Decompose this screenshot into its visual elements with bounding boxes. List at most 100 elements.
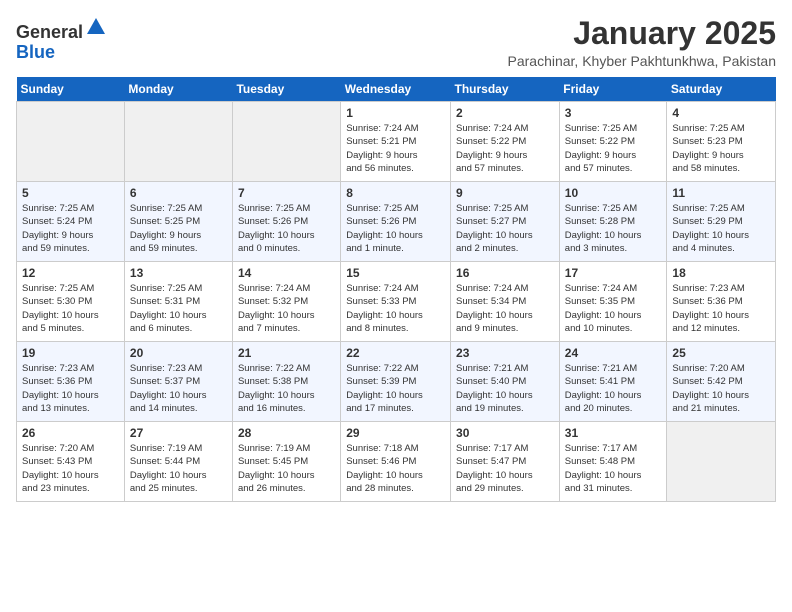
day-number: 20 bbox=[130, 346, 227, 360]
day-number: 30 bbox=[456, 426, 554, 440]
calendar-day-cell: 20 Sunrise: 7:23 AM Sunset: 5:37 PM Dayli… bbox=[124, 342, 232, 422]
day-info: Sunrise: 7:25 AM Sunset: 5:30 PM Dayligh… bbox=[22, 282, 119, 335]
calendar-day-cell bbox=[124, 102, 232, 182]
calendar-day-cell: 6Sunrise: 7:25 AM Sunset: 5:25 PM Daylig… bbox=[124, 182, 232, 262]
weekday-header-cell: Tuesday bbox=[232, 77, 340, 102]
calendar-day-cell: 5 Sunrise: 7:25 AM Sunset: 5:24 PM Daylig… bbox=[17, 182, 125, 262]
calendar-day-cell: 11Sunrise: 7:25 AM Sunset: 5:29 PM Dayli… bbox=[667, 182, 776, 262]
day-number: 25 bbox=[672, 346, 770, 360]
day-number: 22 bbox=[346, 346, 445, 360]
day-info: Sunrise: 7:24 AM Sunset: 5:32 PM Dayligh… bbox=[238, 282, 335, 335]
calendar-day-cell: 21 Sunrise: 7:22 AM Sunset: 5:38 PM Dayli… bbox=[232, 342, 340, 422]
weekday-header-cell: Wednesday bbox=[341, 77, 451, 102]
calendar-day-cell: 26Sunrise: 7:20 AM Sunset: 5:43 PM Dayli… bbox=[17, 422, 125, 502]
day-info: Sunrise: 7:25 AM Sunset: 5:28 PM Dayligh… bbox=[565, 202, 662, 255]
day-number: 4 bbox=[672, 106, 770, 120]
calendar-day-cell: 24 Sunrise: 7:21 AM Sunset: 5:41 PM Dayli… bbox=[559, 342, 667, 422]
calendar-day-cell bbox=[232, 102, 340, 182]
day-number: 28 bbox=[238, 426, 335, 440]
calendar-day-cell bbox=[667, 422, 776, 502]
day-info: Sunrise: 7:17 AM Sunset: 5:47 PM Dayligh… bbox=[456, 442, 554, 495]
calendar-day-cell: 3 Sunrise: 7:25 AM Sunset: 5:22 PM Daylig… bbox=[559, 102, 667, 182]
calendar-day-cell: 16 Sunrise: 7:24 AM Sunset: 5:34 PM Dayli… bbox=[451, 262, 560, 342]
weekday-header-cell: Sunday bbox=[17, 77, 125, 102]
calendar-day-cell bbox=[17, 102, 125, 182]
day-info: Sunrise: 7:24 AM Sunset: 5:22 PM Dayligh… bbox=[456, 122, 554, 175]
calendar-day-cell: 25Sunrise: 7:20 AM Sunset: 5:42 PM Dayli… bbox=[667, 342, 776, 422]
weekday-header-row: SundayMondayTuesdayWednesdayThursdayFrid… bbox=[17, 77, 776, 102]
day-info: Sunrise: 7:19 AM Sunset: 5:45 PM Dayligh… bbox=[238, 442, 335, 495]
calendar-day-cell: 19 Sunrise: 7:23 AM Sunset: 5:36 PM Dayli… bbox=[17, 342, 125, 422]
calendar-day-cell: 27 Sunrise: 7:19 AM Sunset: 5:44 PM Dayli… bbox=[124, 422, 232, 502]
calendar-week-row: 12 Sunrise: 7:25 AM Sunset: 5:30 PM Dayli… bbox=[17, 262, 776, 342]
day-info: Sunrise: 7:23 AM Sunset: 5:36 PM Dayligh… bbox=[22, 362, 119, 415]
day-number: 9 bbox=[456, 186, 554, 200]
calendar-day-cell: 4 Sunrise: 7:25 AM Sunset: 5:23 PM Daylig… bbox=[667, 102, 776, 182]
day-number: 21 bbox=[238, 346, 335, 360]
day-info: Sunrise: 7:18 AM Sunset: 5:46 PM Dayligh… bbox=[346, 442, 445, 495]
day-number: 19 bbox=[22, 346, 119, 360]
day-info: Sunrise: 7:25 AM Sunset: 5:22 PM Dayligh… bbox=[565, 122, 662, 175]
calendar-day-cell: 23 Sunrise: 7:21 AM Sunset: 5:40 PM Dayli… bbox=[451, 342, 560, 422]
day-number: 17 bbox=[565, 266, 662, 280]
calendar-week-row: 1Sunrise: 7:24 AM Sunset: 5:21 PM Daylig… bbox=[17, 102, 776, 182]
logo: General Blue bbox=[16, 16, 107, 63]
calendar-week-row: 26Sunrise: 7:20 AM Sunset: 5:43 PM Dayli… bbox=[17, 422, 776, 502]
day-number: 23 bbox=[456, 346, 554, 360]
day-info: Sunrise: 7:22 AM Sunset: 5:38 PM Dayligh… bbox=[238, 362, 335, 415]
calendar-week-row: 19 Sunrise: 7:23 AM Sunset: 5:36 PM Dayli… bbox=[17, 342, 776, 422]
day-info: Sunrise: 7:24 AM Sunset: 5:34 PM Dayligh… bbox=[456, 282, 554, 335]
day-number: 15 bbox=[346, 266, 445, 280]
calendar-body: 1Sunrise: 7:24 AM Sunset: 5:21 PM Daylig… bbox=[17, 102, 776, 502]
page-header: General Blue January 2025 Parachinar, Kh… bbox=[16, 16, 776, 69]
calendar-day-cell: 28 Sunrise: 7:19 AM Sunset: 5:45 PM Dayli… bbox=[232, 422, 340, 502]
day-info: Sunrise: 7:25 AM Sunset: 5:23 PM Dayligh… bbox=[672, 122, 770, 175]
day-info: Sunrise: 7:25 AM Sunset: 5:31 PM Dayligh… bbox=[130, 282, 227, 335]
calendar-day-cell: 31Sunrise: 7:17 AM Sunset: 5:48 PM Dayli… bbox=[559, 422, 667, 502]
day-info: Sunrise: 7:25 AM Sunset: 5:26 PM Dayligh… bbox=[346, 202, 445, 255]
day-number: 3 bbox=[565, 106, 662, 120]
day-number: 18 bbox=[672, 266, 770, 280]
day-info: Sunrise: 7:23 AM Sunset: 5:36 PM Dayligh… bbox=[672, 282, 770, 335]
calendar-day-cell: 18 Sunrise: 7:23 AM Sunset: 5:36 PM Dayli… bbox=[667, 262, 776, 342]
calendar-day-cell: 9 Sunrise: 7:25 AM Sunset: 5:27 PM Daylig… bbox=[451, 182, 560, 262]
logo-icon bbox=[85, 16, 107, 38]
weekday-header-cell: Friday bbox=[559, 77, 667, 102]
day-info: Sunrise: 7:25 AM Sunset: 5:25 PM Dayligh… bbox=[130, 202, 227, 255]
day-info: Sunrise: 7:23 AM Sunset: 5:37 PM Dayligh… bbox=[130, 362, 227, 415]
day-number: 1 bbox=[346, 106, 445, 120]
day-number: 10 bbox=[565, 186, 662, 200]
calendar-day-cell: 13Sunrise: 7:25 AM Sunset: 5:31 PM Dayli… bbox=[124, 262, 232, 342]
calendar-day-cell: 7Sunrise: 7:25 AM Sunset: 5:26 PM Daylig… bbox=[232, 182, 340, 262]
day-number: 27 bbox=[130, 426, 227, 440]
day-info: Sunrise: 7:17 AM Sunset: 5:48 PM Dayligh… bbox=[565, 442, 662, 495]
day-info: Sunrise: 7:25 AM Sunset: 5:24 PM Dayligh… bbox=[22, 202, 119, 255]
day-number: 16 bbox=[456, 266, 554, 280]
day-number: 12 bbox=[22, 266, 119, 280]
day-info: Sunrise: 7:21 AM Sunset: 5:40 PM Dayligh… bbox=[456, 362, 554, 415]
day-info: Sunrise: 7:19 AM Sunset: 5:44 PM Dayligh… bbox=[130, 442, 227, 495]
day-info: Sunrise: 7:21 AM Sunset: 5:41 PM Dayligh… bbox=[565, 362, 662, 415]
day-number: 14 bbox=[238, 266, 335, 280]
day-number: 11 bbox=[672, 186, 770, 200]
logo-general: General bbox=[16, 22, 83, 42]
day-info: Sunrise: 7:24 AM Sunset: 5:35 PM Dayligh… bbox=[565, 282, 662, 335]
day-info: Sunrise: 7:24 AM Sunset: 5:33 PM Dayligh… bbox=[346, 282, 445, 335]
day-number: 8 bbox=[346, 186, 445, 200]
weekday-header-cell: Thursday bbox=[451, 77, 560, 102]
calendar-day-cell: 22Sunrise: 7:22 AM Sunset: 5:39 PM Dayli… bbox=[341, 342, 451, 422]
calendar-day-cell: 1Sunrise: 7:24 AM Sunset: 5:21 PM Daylig… bbox=[341, 102, 451, 182]
day-number: 24 bbox=[565, 346, 662, 360]
calendar-day-cell: 14 Sunrise: 7:24 AM Sunset: 5:32 PM Dayli… bbox=[232, 262, 340, 342]
day-info: Sunrise: 7:25 AM Sunset: 5:27 PM Dayligh… bbox=[456, 202, 554, 255]
location-subtitle: Parachinar, Khyber Pakhtunkhwa, Pakistan bbox=[508, 53, 777, 69]
calendar-day-cell: 8 Sunrise: 7:25 AM Sunset: 5:26 PM Daylig… bbox=[341, 182, 451, 262]
calendar-day-cell: 15 Sunrise: 7:24 AM Sunset: 5:33 PM Dayli… bbox=[341, 262, 451, 342]
calendar-day-cell: 17 Sunrise: 7:24 AM Sunset: 5:35 PM Dayli… bbox=[559, 262, 667, 342]
calendar-day-cell: 2Sunrise: 7:24 AM Sunset: 5:22 PM Daylig… bbox=[451, 102, 560, 182]
day-number: 5 bbox=[22, 186, 119, 200]
day-number: 7 bbox=[238, 186, 335, 200]
weekday-header-cell: Saturday bbox=[667, 77, 776, 102]
weekday-header-cell: Monday bbox=[124, 77, 232, 102]
calendar-day-cell: 12 Sunrise: 7:25 AM Sunset: 5:30 PM Dayli… bbox=[17, 262, 125, 342]
